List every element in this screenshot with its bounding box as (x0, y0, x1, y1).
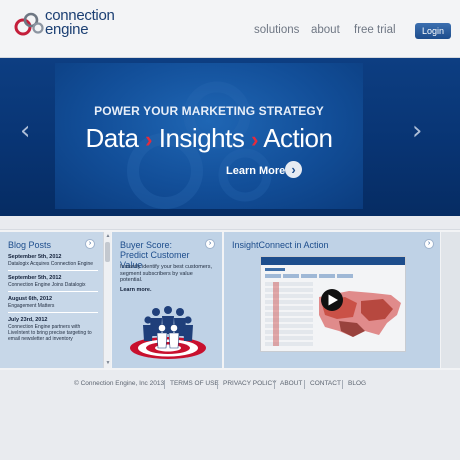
logo-text: connection engine (45, 8, 115, 38)
headline-separator: › (145, 127, 152, 152)
hero-learn-more-button[interactable]: Learn More › (226, 161, 316, 183)
customer-target-illustration (130, 306, 206, 359)
nav-free-trial[interactable]: free trial (354, 24, 396, 36)
list-item[interactable]: September 5th, 2012 Connection Engine Jo… (8, 275, 98, 292)
site-footer: © Connection Engine, Inc 2013 TERMS OF U… (0, 380, 460, 394)
scroll-down-icon[interactable]: ▼ (105, 360, 111, 366)
hero-prev-arrow[interactable]: ‹ (20, 118, 30, 144)
headline-data: Data (85, 123, 139, 153)
headline-separator: › (251, 127, 258, 152)
blog-title[interactable]: Blog Posts (8, 240, 51, 250)
blog-panel: Blog Posts › September 5th, 2012 Datalog… (0, 232, 103, 368)
buyer-score-panel: Buyer Score: Predict Customer Value › In… (112, 232, 222, 368)
footer-link-terms[interactable]: TERMS OF USE (170, 380, 219, 387)
blog-date: September 5th, 2012 (8, 275, 62, 281)
blog-list: September 5th, 2012 Datalogix Acquires C… (8, 254, 98, 349)
blog-text: Connection Engine partners with LiveInte… (8, 324, 92, 342)
insightconnect-video[interactable] (260, 256, 406, 352)
insightconnect-panel: InsightConnect in Action › (224, 232, 440, 368)
blog-go-icon[interactable]: › (85, 239, 95, 249)
insightconnect-screenshot (261, 257, 405, 346)
site-header: connection engine solutions about free t… (0, 0, 460, 58)
footer-link-privacy[interactable]: PRIVACY POLICY (223, 380, 277, 387)
scroll-up-icon[interactable]: ▲ (105, 233, 111, 239)
hero-kicker: POWER YOUR MARKETING STRATEGY (94, 104, 324, 118)
hero-headline: Data › Insights › Action (55, 123, 363, 154)
logo-rings-icon (14, 12, 44, 36)
hero-slide: POWER YOUR MARKETING STRATEGY Data › Ins… (55, 63, 363, 209)
insight-title[interactable]: InsightConnect in Action (232, 240, 329, 250)
blog-text: Connection Engine Joins Datalogix (8, 282, 86, 288)
insight-go-icon[interactable]: › (424, 239, 434, 249)
scroll-thumb[interactable] (105, 242, 110, 262)
footer-link-blog[interactable]: BLOG (348, 380, 366, 387)
feature-panels: Blog Posts › September 5th, 2012 Datalog… (0, 229, 460, 370)
blog-date: August 6th, 2012 (8, 296, 53, 302)
headline-action: Action (263, 123, 333, 153)
buyer-description: Instantly identify your best customers, … (120, 264, 213, 283)
logo[interactable]: connection engine (14, 8, 144, 45)
blog-date: July 23rd, 2012 (8, 317, 48, 323)
buyer-learn-more-link[interactable]: Learn more. (120, 287, 151, 293)
list-item[interactable]: July 23rd, 2012 Connection Engine partne… (8, 317, 98, 345)
buyer-go-icon[interactable]: › (205, 239, 215, 249)
panel-spacer (441, 232, 460, 368)
chevron-right-icon: › (285, 161, 302, 178)
blog-date: September 5th, 2012 (8, 254, 62, 260)
list-item[interactable]: September 5th, 2012 Datalogix Acquires C… (8, 254, 98, 271)
nav-about[interactable]: about (311, 24, 340, 36)
login-button[interactable]: Login (415, 23, 451, 39)
headline-insights: Insights (158, 123, 245, 153)
learn-more-label: Learn More (226, 165, 286, 177)
logo-line-2: engine (45, 21, 89, 38)
hero-next-arrow[interactable]: › (412, 118, 422, 144)
blog-text: Datalogix Acquires Connection Engine (8, 261, 94, 267)
nav-solutions[interactable]: solutions (254, 24, 299, 36)
footer-link-contact[interactable]: CONTACT (310, 380, 341, 387)
blog-scrollbar[interactable]: ▲ ▼ (103, 232, 111, 368)
list-item[interactable]: August 6th, 2012 Engagement Matters (8, 296, 98, 313)
footer-link-about[interactable]: ABOUT (280, 380, 302, 387)
hero-banner: ‹ POWER YOUR MARKETING STRATEGY Data › I… (0, 58, 460, 216)
blog-text: Engagement Matters (8, 303, 55, 309)
copyright: © Connection Engine, Inc 2013 (74, 380, 165, 387)
